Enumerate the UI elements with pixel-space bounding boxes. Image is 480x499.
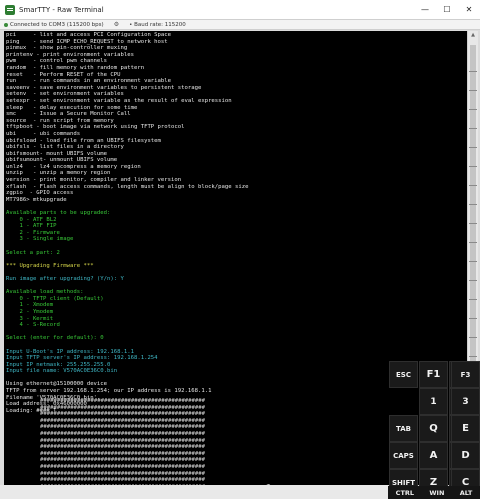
close-button[interactable]: ✕	[458, 0, 480, 19]
progress-hash-row: ########################################…	[40, 444, 206, 451]
minimize-button[interactable]: —	[414, 0, 436, 19]
progress-hash-row: ########################################…	[40, 470, 206, 477]
baud-rate-text: • Baud rate: 115200	[129, 21, 186, 28]
progress-hash-row: ########################################…	[40, 457, 206, 464]
progress-hash-row: ########################################…	[40, 437, 206, 444]
keyboard-modifier-row: CTRL WIN ALT	[388, 486, 480, 499]
terminal-lines: pci - list and access PCI Configuration …	[6, 32, 467, 414]
scroll-up-arrow-icon[interactable]: ▲	[468, 31, 478, 39]
terminal-line: Input U-Boot's IP address: 192.168.1.1	[6, 348, 134, 355]
terminal-line: source - run script from memory	[6, 117, 114, 124]
terminal-line: ubifsumount- unmount UBIFS volume	[6, 157, 118, 164]
terminal-line: unzip - unzip a memory region	[6, 170, 111, 177]
progress-hash-row: ########################################…	[40, 411, 206, 418]
key-q[interactable]: Q	[419, 415, 448, 442]
virtual-keyboard: ESCF1F2F3123TABQWECAPSASDSHIFTZXC	[388, 360, 480, 499]
connection-status-bar: Connected to COM3 (115200 bps) ⚙ • Baud …	[0, 20, 480, 30]
terminal-line: setexpr - set environment variable as th…	[6, 97, 232, 104]
terminal-line: pwm - control pwm channels	[6, 58, 108, 65]
terminal-line: Available load methods:	[6, 289, 84, 296]
terminal-line: ubi - ubi commands	[6, 130, 81, 137]
terminal-line: pinmux - show pin-controller muxing	[6, 45, 128, 52]
terminal-line: ubifsls - list files in a directory	[6, 144, 124, 151]
terminal-line: 0 - ATF BL2	[6, 216, 57, 223]
key-alt[interactable]: ALT	[460, 489, 473, 497]
terminal-line: 1 - ATF FIP	[6, 223, 57, 230]
key-win[interactable]: WIN	[429, 489, 444, 497]
terminal-line: xflash - Flash access commands, length m…	[6, 183, 249, 190]
key-f3[interactable]: F3	[451, 361, 480, 388]
key-f1[interactable]: F1	[419, 361, 448, 388]
terminal-line: 1 - Xmodem	[6, 302, 54, 309]
connection-status: Connected to COM3 (115200 bps)	[4, 22, 104, 28]
terminal-line: ping - send ICMP ECHO_REQUEST to network…	[6, 38, 168, 45]
terminal-line: 3 - Kermit	[6, 315, 54, 322]
progress-hash-row: ########################################…	[40, 450, 206, 457]
title-bar: SmarTTY - Raw Terminal — ☐ ✕	[0, 0, 480, 20]
progress-hash-row: ########################################…	[40, 417, 206, 424]
terminal-line: 4 - S-Record	[6, 322, 60, 329]
progress-hash-row: ########################################…	[40, 430, 206, 437]
key-d[interactable]: D	[451, 442, 480, 469]
terminal-line: version - print monitor, compiler and li…	[6, 177, 182, 184]
terminal-line: 2 - Ymodem	[6, 308, 54, 315]
terminal-line: saveenv - save environment variables to …	[6, 84, 202, 91]
terminal-line: smc - Issue a Secure Monitor Call	[6, 111, 131, 118]
key-3[interactable]: 3	[451, 388, 480, 415]
terminal-line: Select (enter for default): 0	[6, 335, 104, 342]
terminal-line: Available parts to be upgraded:	[6, 210, 111, 217]
terminal-line: reset - Perform RESET of the CPU	[6, 71, 121, 78]
app-terminal-icon	[5, 4, 15, 15]
connection-text: Connected to COM3 (115200 bps)	[10, 21, 104, 28]
terminal-line: 2 - Firmware	[6, 229, 60, 236]
tftp-progress-hashes: ########################################…	[40, 398, 266, 485]
terminal-line: ubifsload - load file from an UBIFS file…	[6, 137, 161, 144]
baud-rate-status[interactable]: • Baud rate: 115200	[129, 22, 186, 28]
window-title: SmarTTY - Raw Terminal	[19, 5, 104, 14]
progress-hash-row: ########################################…	[40, 477, 206, 484]
progress-hash-row: ########################################…	[40, 424, 206, 431]
terminal-line: 3 - Single image	[6, 236, 74, 243]
terminal-line: zgpio - GPIO access	[6, 190, 74, 197]
terminal-line: 0 - TFTP client (Default)	[6, 295, 104, 302]
terminal-line: unlz4 - lz4 uncompress a memory region	[6, 163, 141, 170]
key-e[interactable]: E	[451, 415, 480, 442]
connected-indicator-icon	[4, 22, 8, 27]
key-1[interactable]: 1	[419, 388, 448, 415]
terminal-line: MT7986> mtkupgrade	[6, 196, 67, 203]
key-caps[interactable]: CAPS	[389, 442, 418, 469]
key-esc[interactable]: ESC	[389, 361, 418, 388]
window-controls: — ☐ ✕	[414, 0, 480, 19]
terminal-line: setenv - set environment variables	[6, 91, 124, 98]
terminal-line: Run image after upgrading? (Y/n): Y	[6, 275, 124, 282]
terminal-line: sleep - delay execution for some time	[6, 104, 138, 111]
terminal-line: pci - list and access PCI Configuration …	[6, 32, 172, 38]
terminal-line: Select a part: 2	[6, 249, 60, 256]
window-bottom-edge	[0, 485, 388, 499]
maximize-button[interactable]: ☐	[436, 0, 458, 19]
terminal-line: random - fill memory with random pattern	[6, 64, 145, 71]
terminal-line: ubifsmount- mount UBIFS volume	[6, 150, 108, 157]
progress-hash-row: ########################################…	[40, 404, 206, 411]
progress-hash-row: ########################################…	[40, 463, 206, 470]
terminal-line: run - run commands in an environment var…	[6, 78, 172, 85]
key-a[interactable]: A	[419, 442, 448, 469]
terminal-line: tftpboot - boot image via network using …	[6, 124, 185, 131]
key-tab[interactable]: TAB	[389, 415, 418, 442]
terminal-line: printenv - print environment variables	[6, 51, 134, 58]
key-ctrl[interactable]: CTRL	[396, 489, 414, 497]
progress-hash-row: ########################################…	[40, 398, 206, 404]
settings-icon[interactable]: ⚙	[114, 21, 119, 28]
terminal-line: *** Upgrading Firmware ***	[6, 262, 94, 269]
